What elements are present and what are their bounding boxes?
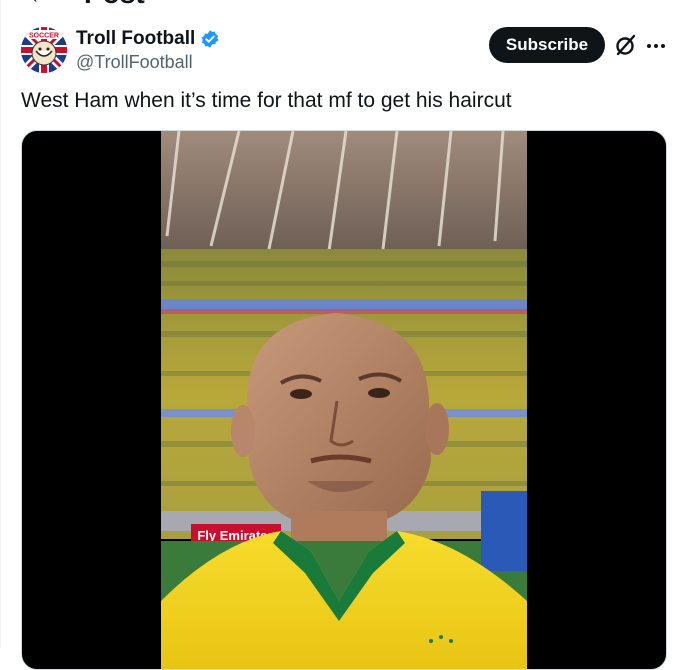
page-title: Post <box>84 0 145 8</box>
post-text: West Ham when it’s time for that mf to g… <box>21 89 512 112</box>
author-name-row[interactable]: Troll Football <box>76 28 220 50</box>
avatar[interactable]: SOCCER <box>21 27 67 73</box>
video-frame[interactable]: Fly Emirates <box>161 131 527 669</box>
author-name[interactable]: Troll Football <box>76 28 195 50</box>
post-media-video[interactable]: Fly Emirates <box>21 130 667 670</box>
top-header-cut: ← Post <box>0 0 700 8</box>
more-options-icon[interactable] <box>646 36 666 56</box>
back-arrow-icon[interactable]: ← <box>26 0 54 8</box>
avatar-label: SOCCER <box>29 33 59 40</box>
subscribe-button[interactable]: Subscribe <box>489 27 605 63</box>
left-border <box>0 0 1 648</box>
video-still-image: Fly Emirates <box>161 131 527 669</box>
grok-icon[interactable] <box>614 33 638 57</box>
verified-badge-icon <box>201 30 219 48</box>
author-handle[interactable]: @TrollFootball <box>76 52 193 73</box>
avatar-image: SOCCER <box>21 27 67 73</box>
